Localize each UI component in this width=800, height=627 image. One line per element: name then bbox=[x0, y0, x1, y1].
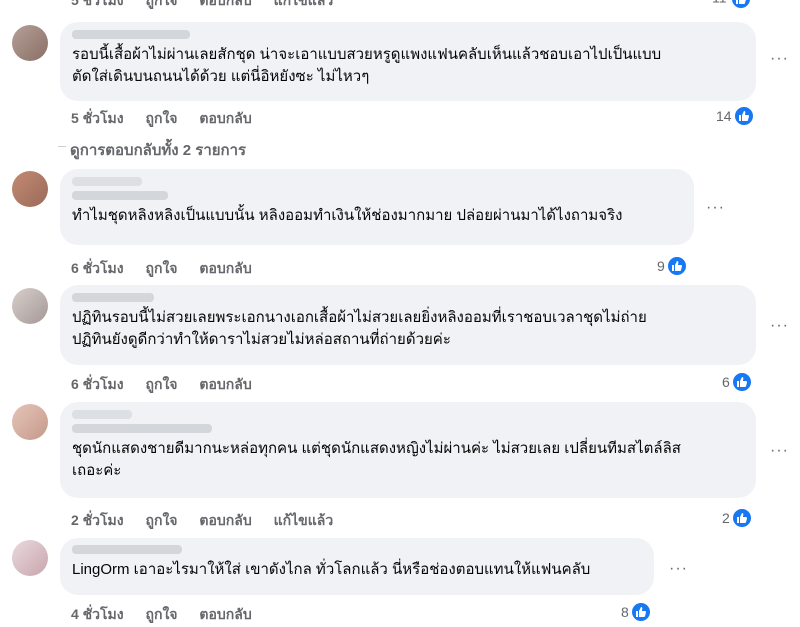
avatar[interactable] bbox=[12, 540, 48, 576]
like-reaction-icon bbox=[732, 105, 755, 127]
like-link[interactable]: ถูกใจ bbox=[146, 376, 178, 392]
comment-time[interactable]: 5 ชั่วโมง bbox=[71, 0, 124, 8]
comment-bubble: รอบนี้เสื้อผ้าไม่ผ่านเลยสักชุด น่าจะเอาแ… bbox=[60, 22, 756, 101]
like-reaction-icon bbox=[665, 255, 688, 277]
edited-label: แก้ไขแล้ว bbox=[273, 512, 334, 528]
thread-connector bbox=[58, 146, 66, 147]
like-link[interactable]: ถูกใจ bbox=[146, 512, 178, 528]
more-options-button[interactable]: ··· bbox=[770, 317, 789, 335]
author-name-blurred[interactable] bbox=[72, 545, 182, 554]
avatar[interactable] bbox=[12, 404, 48, 440]
reply-link[interactable]: ตอบกลับ bbox=[199, 260, 251, 276]
more-options-button[interactable]: ··· bbox=[669, 560, 688, 578]
clipped-action-row: 5 ชั่วโมง ถูกใจ ตอบกลับ แก้ไขแล้ว bbox=[71, 0, 351, 12]
comment-time[interactable]: 6 ชั่วโมง bbox=[71, 376, 124, 392]
reply-link[interactable]: ตอบกลับ bbox=[199, 512, 251, 528]
reaction-count[interactable]: 8 bbox=[621, 601, 652, 623]
like-link[interactable]: ถูกใจ bbox=[146, 606, 178, 622]
reaction-count[interactable]: 9 bbox=[657, 255, 688, 277]
reply-link[interactable]: ตอบกลับ bbox=[199, 606, 251, 622]
author-name-blurred[interactable] bbox=[72, 293, 154, 302]
comment-bubble: ปฏิทินรอบนี้ไม่สวยเลยพระเอกนางเอกเสื้อผ้… bbox=[60, 285, 756, 365]
comment-actions: 5 ชั่วโมง ถูกใจ ตอบกลับ bbox=[71, 108, 270, 130]
comment-bubble: ชุดนักแสดงชายดีมากนะหล่อทุกคน แต่ชุดนักแ… bbox=[60, 402, 756, 498]
comment-actions: 4 ชั่วโมง ถูกใจ ตอบกลับ bbox=[71, 604, 270, 626]
like-reaction-icon bbox=[730, 507, 753, 529]
comment-actions: 6 ชั่วโมง ถูกใจ ตอบกลับ bbox=[71, 374, 270, 396]
comment-actions: 6 ชั่วโมง ถูกใจ ตอบกลับ bbox=[71, 258, 270, 280]
reaction-count[interactable]: 11 bbox=[712, 0, 753, 10]
author-name-blurred[interactable] bbox=[72, 424, 212, 433]
comment-text: LingOrm เอาอะไรมาให้ใส่ เขาดังไกล ทั่วโล… bbox=[72, 561, 591, 578]
comment-time[interactable]: 6 ชั่วโมง bbox=[71, 260, 124, 276]
edited-label: แก้ไขแล้ว bbox=[273, 0, 334, 8]
like-link[interactable]: ถูกใจ bbox=[146, 260, 178, 276]
comment-time[interactable]: 5 ชั่วโมง bbox=[71, 110, 124, 126]
author-name-blurred[interactable] bbox=[72, 191, 168, 200]
reaction-count[interactable]: 6 bbox=[722, 371, 753, 393]
avatar[interactable] bbox=[12, 25, 48, 61]
reply-link[interactable]: ตอบกลับ bbox=[199, 0, 251, 8]
reaction-count[interactable]: 2 bbox=[722, 507, 753, 529]
comment-thread: 5 ชั่วโมง ถูกใจ ตอบกลับ แก้ไขแล้ว 11 รอบ… bbox=[0, 0, 800, 627]
like-link[interactable]: ถูกใจ bbox=[146, 110, 178, 126]
reply-link[interactable]: ตอบกลับ bbox=[199, 376, 251, 392]
comment-text: ชุดนักแสดงชายดีมากนะหล่อทุกคน แต่ชุดนักแ… bbox=[72, 440, 681, 479]
like-reaction-icon bbox=[629, 601, 652, 623]
more-options-button[interactable]: ··· bbox=[770, 50, 789, 68]
more-options-button[interactable]: ··· bbox=[706, 199, 725, 217]
comment-time[interactable]: 4 ชั่วโมง bbox=[71, 606, 124, 622]
comment-actions: 2 ชั่วโมง ถูกใจ ตอบกลับ แก้ไขแล้ว bbox=[71, 510, 351, 532]
view-replies-link[interactable]: ดูการตอบกลับทั้ง 2 รายการ bbox=[70, 138, 246, 162]
like-reaction-icon bbox=[730, 371, 753, 393]
comment-bubble: ทำไมชุดหลิงหลิงเป็นแบบนั้น หลิงออมทำเงิน… bbox=[60, 169, 694, 245]
comment-time[interactable]: 2 ชั่วโมง bbox=[71, 512, 124, 528]
comment-text: ปฏิทินรอบนี้ไม่สวยเลยพระเอกนางเอกเสื้อผ้… bbox=[72, 309, 647, 348]
badge-blurred bbox=[72, 177, 142, 186]
author-name-blurred[interactable] bbox=[72, 30, 190, 39]
like-link[interactable]: ถูกใจ bbox=[146, 0, 178, 8]
badge-blurred bbox=[72, 410, 132, 419]
like-reaction-icon bbox=[730, 0, 753, 10]
avatar[interactable] bbox=[12, 288, 48, 324]
reply-link[interactable]: ตอบกลับ bbox=[199, 110, 251, 126]
comment-text: รอบนี้เสื้อผ้าไม่ผ่านเลยสักชุด น่าจะเอาแ… bbox=[72, 46, 662, 85]
comment-bubble: LingOrm เอาอะไรมาให้ใส่ เขาดังไกล ทั่วโล… bbox=[60, 538, 654, 595]
comment-text: ทำไมชุดหลิงหลิงเป็นแบบนั้น หลิงออมทำเงิน… bbox=[72, 207, 623, 224]
avatar[interactable] bbox=[12, 171, 48, 207]
reaction-count[interactable]: 14 bbox=[716, 105, 755, 127]
more-options-button[interactable]: ··· bbox=[770, 442, 789, 460]
